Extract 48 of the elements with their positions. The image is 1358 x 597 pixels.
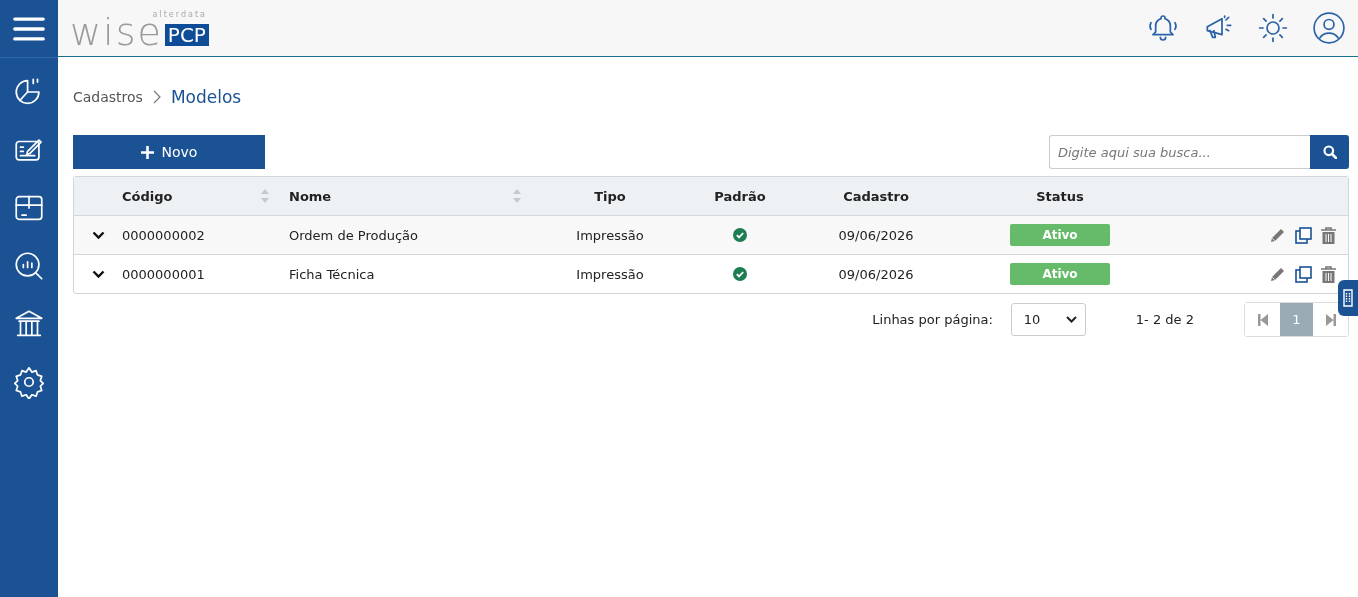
table-cell: 0000000001 <box>122 266 205 282</box>
caret-icon <box>1065 316 1077 323</box>
page-range: 1- 2 de 2 <box>1135 312 1194 327</box>
side-tab[interactable] <box>1338 280 1358 316</box>
bell-icon[interactable] <box>1147 12 1179 44</box>
sun-icon[interactable] <box>1257 12 1289 44</box>
new-button[interactable]: Novo <box>73 135 265 169</box>
copy-icon[interactable] <box>1295 265 1312 283</box>
skip-last-icon <box>1325 313 1336 326</box>
chevron-down-icon[interactable] <box>91 269 105 279</box>
rows-per-page-label: Linhas por página: <box>872 312 993 327</box>
table-cell: 09/06/2026 <box>838 227 914 243</box>
column-header: Status <box>1036 188 1084 204</box>
plus-icon <box>140 145 154 159</box>
table-cell: Ordem de Produção <box>289 227 418 243</box>
search-button[interactable] <box>1310 135 1349 169</box>
table-cell: Ficha Técnica <box>289 266 375 282</box>
search-icon <box>1322 145 1337 159</box>
column-header: Padrão <box>714 188 766 204</box>
trash-icon[interactable] <box>1321 226 1336 244</box>
chevron-down-icon[interactable] <box>91 230 105 240</box>
breadcrumb-item[interactable]: Cadastros <box>73 89 143 105</box>
rows-per-page-select[interactable]: 10 <box>1010 303 1086 336</box>
table-cell: 09/06/2026 <box>838 266 914 282</box>
column-header[interactable]: Código <box>122 188 173 204</box>
settings-icon[interactable] <box>12 365 46 399</box>
analytics-search-icon[interactable] <box>12 249 46 283</box>
keyboard-icon <box>1343 289 1353 307</box>
user-avatar-icon[interactable] <box>1312 11 1346 45</box>
table-cell: Impressão <box>576 227 644 243</box>
table-cell: Impressão <box>576 266 644 282</box>
logo-vendor: alterdata <box>152 10 207 19</box>
table-cell: 0000000002 <box>122 227 205 243</box>
trash-icon[interactable] <box>1321 265 1336 283</box>
copy-icon[interactable] <box>1295 226 1312 244</box>
pencil-icon[interactable] <box>1269 226 1286 244</box>
column-header[interactable]: Nome <box>289 188 332 204</box>
column-header: Cadastro <box>843 188 909 204</box>
status-badge: Ativo <box>1010 263 1110 285</box>
chevron-right-icon <box>152 90 161 104</box>
status-badge: Ativo <box>1010 224 1110 246</box>
column-header: Tipo <box>594 188 626 204</box>
breadcrumb-item: Modelos <box>170 87 242 107</box>
skip-first-icon <box>1257 313 1268 326</box>
logo-product: PCP <box>164 24 209 46</box>
search-field[interactable]: Digite aqui sua busca... <box>1049 135 1310 169</box>
pencil-icon[interactable] <box>1269 265 1286 283</box>
logo-brand: wise <box>70 16 163 48</box>
